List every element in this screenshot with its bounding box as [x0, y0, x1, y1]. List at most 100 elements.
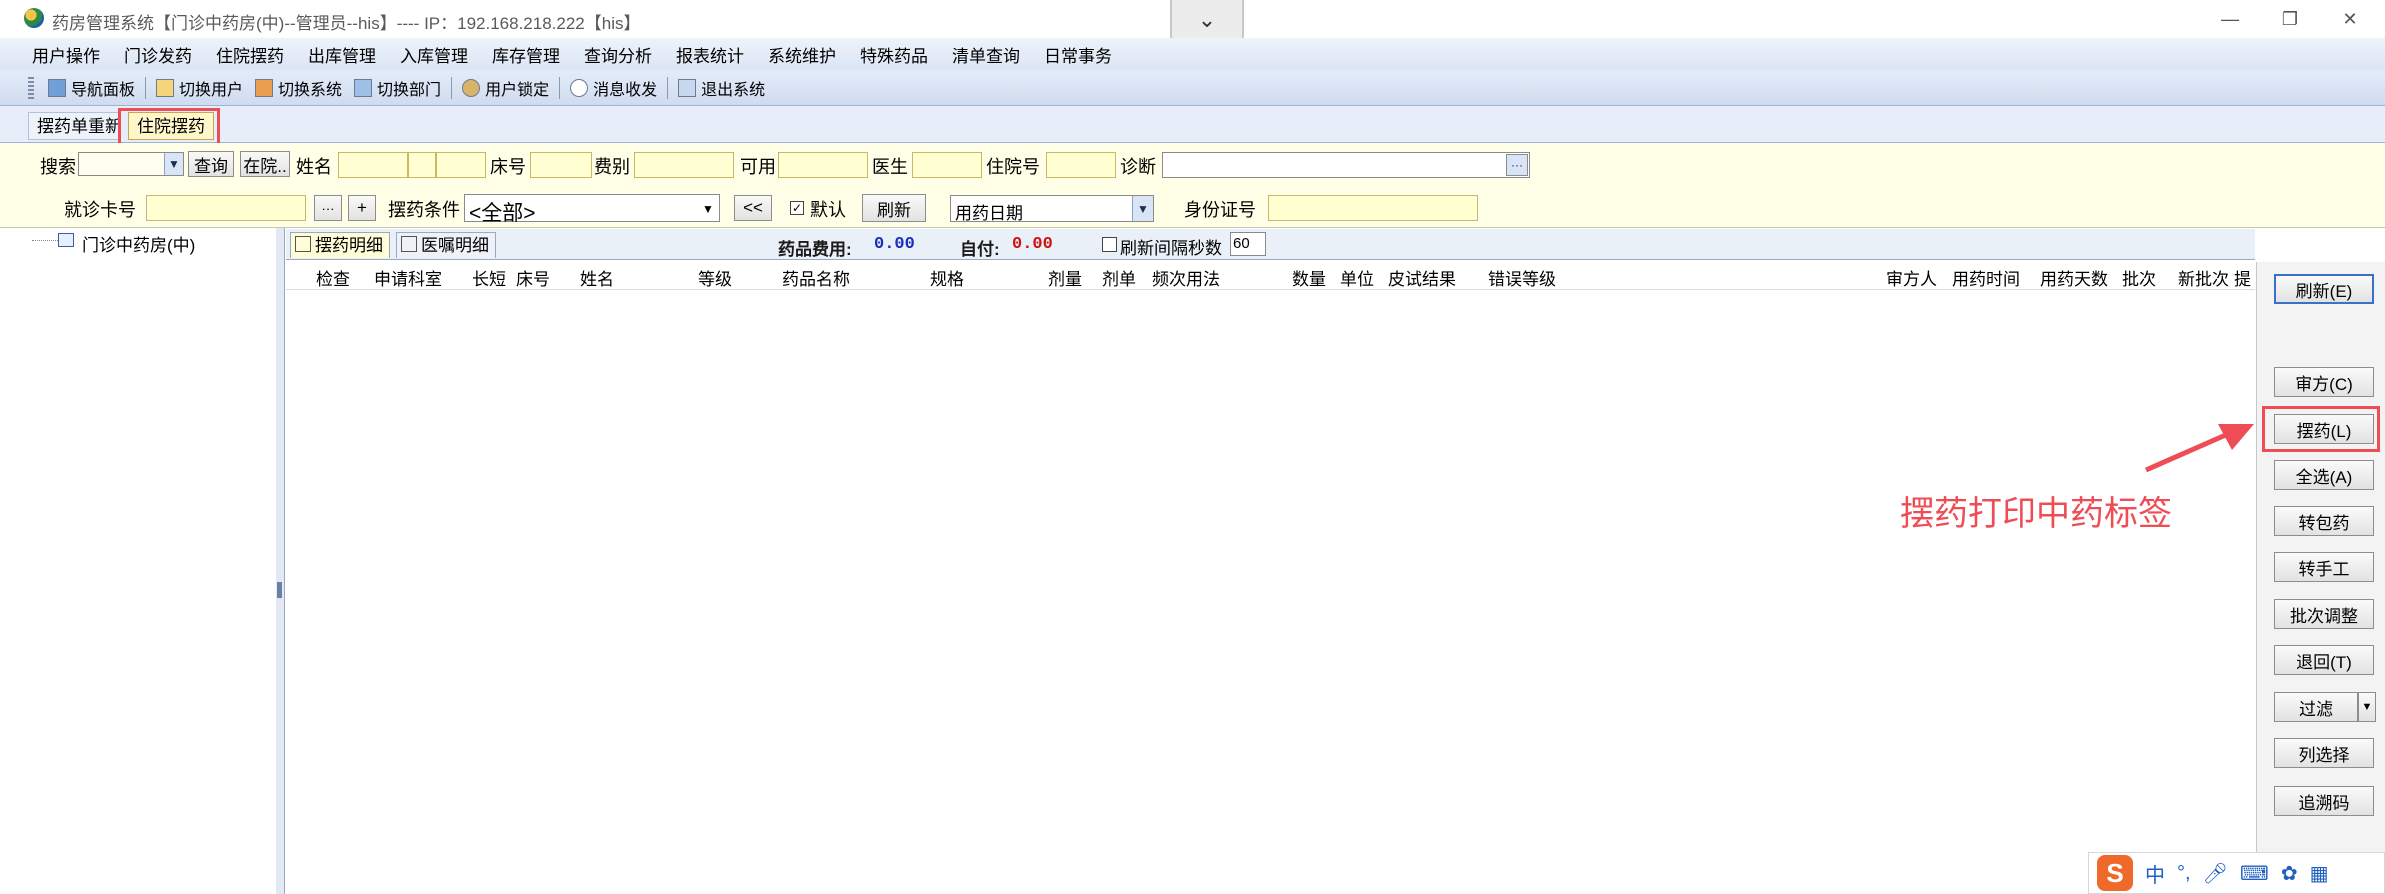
query-button[interactable]: 查询 [188, 151, 234, 177]
microphone-icon[interactable]: 🎤︎ [2203, 861, 2228, 886]
chevron-down-icon[interactable]: ▼ [1132, 196, 1153, 221]
column-select-button[interactable]: 列选择 [2274, 738, 2374, 768]
column-header[interactable]: 用药时间 [1952, 265, 2020, 290]
inpatient-button[interactable]: 在院.. [240, 151, 290, 177]
dispense-grid-body[interactable] [286, 290, 2255, 894]
search-select[interactable]: ▼ [78, 152, 184, 176]
id-number-field[interactable] [1268, 195, 1478, 221]
trace-code-button[interactable]: 追溯码 [2274, 786, 2374, 816]
column-header[interactable]: 新批次 [2178, 265, 2229, 290]
bed-field[interactable] [530, 152, 592, 178]
menu-daily-affairs[interactable]: 日常事务 [1032, 42, 1124, 67]
column-header[interactable]: 等级 [698, 265, 732, 290]
column-header[interactable]: 检查 [316, 265, 350, 290]
toolbar-grip[interactable] [28, 76, 34, 99]
ime-punctuation[interactable]: °, [2177, 862, 2191, 885]
tab-dispense-detail[interactable]: 摆药明细 [290, 232, 390, 258]
menu-inventory[interactable]: 库存管理 [480, 42, 572, 67]
card-number-field[interactable] [146, 195, 306, 221]
chevron-down-icon[interactable]: ⌄ [1170, 0, 1244, 42]
chevron-down-icon[interactable]: ▼ [164, 153, 183, 175]
message-button[interactable]: 消息收发 [564, 76, 663, 100]
card-ellipsis-button[interactable]: ··· [314, 195, 342, 221]
menu-special-drugs[interactable]: 特殊药品 [848, 42, 940, 67]
default-checkbox[interactable]: ✓ [790, 201, 804, 215]
condition-select[interactable]: <全部> ▼ [464, 194, 720, 225]
column-header[interactable]: 用药天数 [2040, 265, 2108, 290]
chevron-down-icon[interactable]: ▼ [699, 199, 717, 219]
user-lock-button[interactable]: 用户锁定 [456, 76, 555, 100]
diagnosis-field[interactable] [1162, 152, 1530, 178]
batch-adjust-button[interactable]: 批次调整 [2274, 599, 2374, 629]
switch-system-button[interactable]: 切换系统 [249, 76, 348, 100]
chevron-down-icon[interactable]: ▼ [2358, 692, 2376, 722]
splitter[interactable] [276, 228, 285, 894]
name-field[interactable] [338, 152, 408, 178]
doctor-field[interactable] [912, 152, 982, 178]
column-header[interactable]: 皮试结果 [1388, 265, 1456, 290]
tab-dispense-record[interactable]: 摆药单重新 [28, 112, 120, 140]
splitter-handle[interactable] [277, 582, 282, 598]
column-header[interactable]: 单位 [1340, 265, 1374, 290]
diagnosis-picker-button[interactable]: ··· [1506, 154, 1528, 176]
menu-list-query[interactable]: 清单查询 [940, 42, 1032, 67]
navigation-panel-button[interactable]: 导航面板 [42, 76, 141, 100]
toolbar-label: 用户锁定 [485, 81, 550, 99]
available-field[interactable] [778, 152, 868, 178]
name-field-2[interactable] [408, 152, 436, 178]
fee-type-field[interactable] [634, 152, 734, 178]
menu-system-maintenance[interactable]: 系统维护 [756, 42, 848, 67]
minimize-button[interactable]: — [2200, 4, 2260, 34]
sogou-logo-icon[interactable]: S [2097, 855, 2133, 891]
close-button[interactable]: ✕ [2320, 4, 2380, 34]
refresh-interval-input[interactable]: 60 [1230, 232, 1266, 256]
switch-department-button[interactable]: 切换部门 [348, 76, 447, 100]
filter-button[interactable]: 过滤 [2274, 692, 2358, 722]
column-header[interactable]: 长短 [472, 265, 506, 290]
tab-order-detail[interactable]: 医嘱明细 [396, 232, 496, 258]
admission-field[interactable] [1046, 152, 1116, 178]
ime-toolbar[interactable]: S 中 °, 🎤︎ ⌨︎ ✿ ▦ [2088, 852, 2385, 894]
column-header[interactable]: 规格 [930, 265, 964, 290]
column-header[interactable]: 申请科室 [374, 265, 442, 290]
column-header[interactable]: 剂单 [1102, 265, 1136, 290]
menu-outbound[interactable]: 出库管理 [296, 42, 388, 67]
column-header[interactable]: 批次 [2122, 265, 2156, 290]
column-header[interactable]: 审方人 [1886, 265, 1937, 290]
back-button[interactable]: << [734, 195, 772, 221]
switch-user-button[interactable]: 切换用户 [150, 76, 249, 100]
menu-user-ops[interactable]: 用户操作 [0, 42, 112, 67]
ime-mode[interactable]: 中 [2145, 859, 2165, 888]
return-button[interactable]: 退回(T) [2274, 645, 2374, 675]
add-button[interactable]: + [348, 195, 376, 221]
column-header[interactable]: 频次用法 [1152, 265, 1220, 290]
select-all-button[interactable]: 全选(A) [2274, 460, 2374, 490]
refresh-interval-checkbox[interactable] [1102, 237, 1117, 252]
skin-icon[interactable]: ✿ [2281, 861, 2298, 886]
menu-inpatient-dispense[interactable]: 住院摆药 [204, 42, 296, 67]
menu-query-analysis[interactable]: 查询分析 [572, 42, 664, 67]
column-header[interactable]: 剂量 [1048, 265, 1082, 290]
column-header[interactable]: 错误等级 [1488, 265, 1556, 290]
to-manual-button[interactable]: 转手工 [2274, 552, 2374, 582]
menu-reports[interactable]: 报表统计 [664, 42, 756, 67]
column-header[interactable]: 提 [2234, 265, 2254, 290]
column-header[interactable]: 药品名称 [782, 265, 850, 290]
column-header[interactable]: 数量 [1292, 265, 1326, 290]
column-header[interactable]: 姓名 [580, 265, 614, 290]
toolbox-icon[interactable]: ▦ [2310, 861, 2329, 886]
refresh-button[interactable]: 刷新(E) [2274, 274, 2374, 304]
refresh-filter-button[interactable]: 刷新 [862, 194, 926, 222]
exit-button[interactable]: 退出系统 [672, 76, 771, 100]
restore-button[interactable]: ❐ [2260, 4, 2320, 34]
date-select[interactable]: 用药日期 ▼ [950, 195, 1154, 223]
name-field-3[interactable] [436, 152, 486, 178]
diagnosis-label: 诊断 [1120, 157, 1156, 177]
keyboard-icon[interactable]: ⌨︎ [2240, 861, 2269, 886]
menu-outpatient-dispense[interactable]: 门诊发药 [112, 42, 204, 67]
review-button[interactable]: 审方(C) [2274, 367, 2374, 397]
menu-inbound[interactable]: 入库管理 [388, 42, 480, 67]
to-package-button[interactable]: 转包药 [2274, 506, 2374, 536]
column-header[interactable]: 床号 [516, 265, 550, 290]
tree-node-root[interactable]: 门诊中药房(中) [82, 231, 195, 256]
